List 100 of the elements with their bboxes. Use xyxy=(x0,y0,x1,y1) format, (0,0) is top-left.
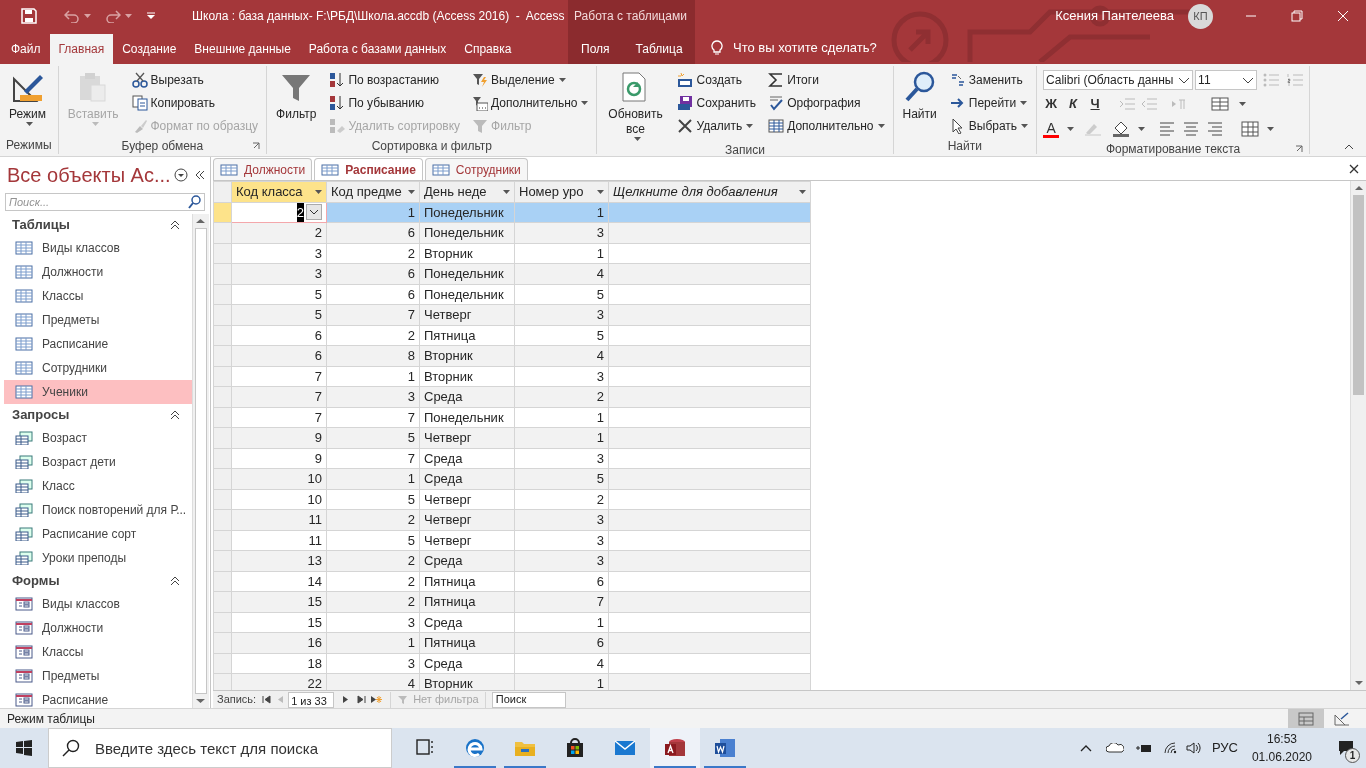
collapse-pane-icon[interactable] xyxy=(194,170,206,180)
search-icon[interactable] xyxy=(62,739,80,757)
ribbon-button[interactable]: По возрастанию xyxy=(327,68,463,91)
ribbon-button[interactable]: Дополнительно xyxy=(470,91,591,114)
ribbon-tab[interactable]: Главная xyxy=(49,34,114,64)
search-field[interactable]: Поиск... xyxy=(5,193,205,211)
column-header[interactable]: Код класса xyxy=(231,181,327,202)
taskbar-search-field[interactable]: Введите здесь текст для поиска xyxy=(48,728,392,768)
alternate-row-color-icon[interactable] xyxy=(1241,121,1260,137)
font-color-button[interactable]: A xyxy=(1043,120,1060,138)
previous-record-icon[interactable] xyxy=(277,695,285,704)
nav-item[interactable]: Расписание сорт xyxy=(4,522,192,546)
view-button[interactable] xyxy=(1288,708,1324,729)
format-button[interactable]: К xyxy=(1065,94,1082,114)
ribbon-button[interactable]: Сохранить xyxy=(675,91,759,114)
ribbon-tab[interactable]: Справка xyxy=(455,34,521,64)
nav-item[interactable]: Классы xyxy=(4,284,192,308)
taskbar-app[interactable] xyxy=(650,728,700,768)
ribbon-tab[interactable]: Работа с базами данных xyxy=(299,34,456,64)
group-header[interactable]: Запросы xyxy=(12,405,70,425)
dropdown-circle-icon[interactable] xyxy=(174,168,188,182)
collapse-group-icon[interactable] xyxy=(170,220,180,230)
outdent-icon[interactable] xyxy=(1141,97,1158,111)
nav-item[interactable]: Виды классов xyxy=(4,592,192,616)
scrollbar[interactable] xyxy=(1350,181,1366,690)
ribbon-button[interactable]: Заменить xyxy=(947,68,1031,91)
ribbon-tab[interactable]: Поля xyxy=(568,34,623,64)
tell-me-field[interactable]: Что вы хотите сделать? xyxy=(733,38,877,58)
ribbon-button[interactable]: Перейти xyxy=(947,91,1031,114)
search-field[interactable]: Поиск xyxy=(491,691,566,708)
first-record-icon[interactable] xyxy=(262,695,272,704)
restore-icon[interactable] xyxy=(1291,10,1303,22)
group-header[interactable]: Формы xyxy=(12,571,60,591)
scrollbar-thumb[interactable] xyxy=(195,228,207,694)
nav-item[interactable]: Должности xyxy=(4,260,192,284)
font-size-field[interactable]: 11 xyxy=(1195,70,1258,90)
customize-toolbar-icon[interactable] xyxy=(146,12,156,20)
next-record-icon[interactable] xyxy=(342,695,350,704)
ribbon-button[interactable]: Создать xyxy=(675,68,759,91)
ribbon-button[interactable]: Выделение xyxy=(470,68,591,91)
ribbon-button[interactable]: Удалить xyxy=(675,114,759,137)
last-record-icon[interactable] xyxy=(357,695,367,704)
nav-item[interactable]: Классы xyxy=(4,640,192,664)
column-header[interactable]: Щелкните для добавления xyxy=(608,181,811,202)
nav-item[interactable]: Класс xyxy=(4,474,192,498)
speaker-icon[interactable] xyxy=(1185,742,1202,754)
nav-item[interactable]: Виды классов xyxy=(4,236,192,260)
notification-button[interactable]: 1 xyxy=(1326,728,1366,768)
nav-item[interactable]: Сотрудники xyxy=(4,356,192,380)
cloud-icon[interactable] xyxy=(1105,743,1124,753)
ribbon-tab[interactable]: Файл xyxy=(2,34,50,64)
nav-item[interactable]: Предметы xyxy=(4,664,192,688)
user-avatar[interactable]: КП xyxy=(1188,3,1213,29)
nav-item[interactable]: Расписание xyxy=(4,332,192,356)
close-icon[interactable] xyxy=(1349,164,1359,174)
indent-icon[interactable] xyxy=(1119,97,1136,111)
align-center-icon[interactable] xyxy=(1183,121,1200,137)
ribbon-button[interactable]: По убыванию xyxy=(327,91,463,114)
redo-icon[interactable] xyxy=(105,9,121,23)
ribbon-button[interactable]: Орфография xyxy=(766,91,887,114)
ribbon-button[interactable]: Выбрать xyxy=(947,114,1031,137)
ribbon-button[interactable]: Обновить все xyxy=(603,68,668,141)
gridlines-icon[interactable] xyxy=(1211,97,1230,111)
collapse-group-icon[interactable] xyxy=(170,576,180,586)
scrollbar-thumb[interactable] xyxy=(1353,195,1364,395)
ribbon-tab[interactable]: Создание xyxy=(113,34,186,64)
language-indicator[interactable]: РУС xyxy=(1211,738,1238,758)
group-header[interactable]: Таблицы xyxy=(12,215,70,235)
format-button[interactable]: Ж xyxy=(1043,94,1060,114)
column-header[interactable]: Номер уро xyxy=(514,181,609,202)
record-number-field[interactable]: 1 из 33 xyxy=(288,691,335,708)
wifi-icon[interactable] xyxy=(1163,742,1178,754)
document-tab[interactable]: Сотрудники xyxy=(424,158,528,180)
dialog-launcher-icon[interactable] xyxy=(1295,145,1304,153)
font-name-field[interactable]: Calibri (Область данны xyxy=(1043,70,1194,90)
nav-item[interactable]: Возраст дети xyxy=(4,450,192,474)
ribbon-button[interactable]: Итоги xyxy=(766,68,887,91)
dialog-launcher-icon[interactable] xyxy=(252,142,261,150)
ribbon-tab[interactable]: Внешние данные xyxy=(185,34,300,64)
ribbon-button[interactable]: Режим xyxy=(6,68,49,126)
nav-item[interactable]: Предметы xyxy=(4,308,192,332)
nav-item[interactable]: Должности xyxy=(4,616,192,640)
ribbon-button[interactable]: Найти xyxy=(899,68,940,122)
ribbon-button[interactable]: Дополнительно xyxy=(766,114,887,137)
ribbon-tab[interactable]: Таблица xyxy=(622,34,696,64)
document-tab[interactable]: Должности xyxy=(213,158,313,180)
collapse-ribbon-icon[interactable] xyxy=(1344,144,1354,150)
search-icon[interactable] xyxy=(188,195,202,209)
bullet-list-icon[interactable] xyxy=(1263,73,1280,87)
nav-item[interactable]: Ученики xyxy=(4,380,192,404)
chevron-up-icon[interactable] xyxy=(1079,744,1092,752)
ribbon-button[interactable]: Вырезать xyxy=(129,68,261,91)
column-header[interactable]: Код предме xyxy=(326,181,420,202)
dropdown-button[interactable] xyxy=(306,204,322,221)
clock[interactable]: 16:53 01.06.2020 xyxy=(1251,730,1312,766)
collapse-group-icon[interactable] xyxy=(170,410,180,420)
format-button[interactable]: Ч xyxy=(1087,94,1104,114)
document-tab[interactable]: Расписание xyxy=(314,158,423,180)
nav-item[interactable]: Возраст xyxy=(4,426,192,450)
new-record-icon[interactable] xyxy=(370,695,383,704)
